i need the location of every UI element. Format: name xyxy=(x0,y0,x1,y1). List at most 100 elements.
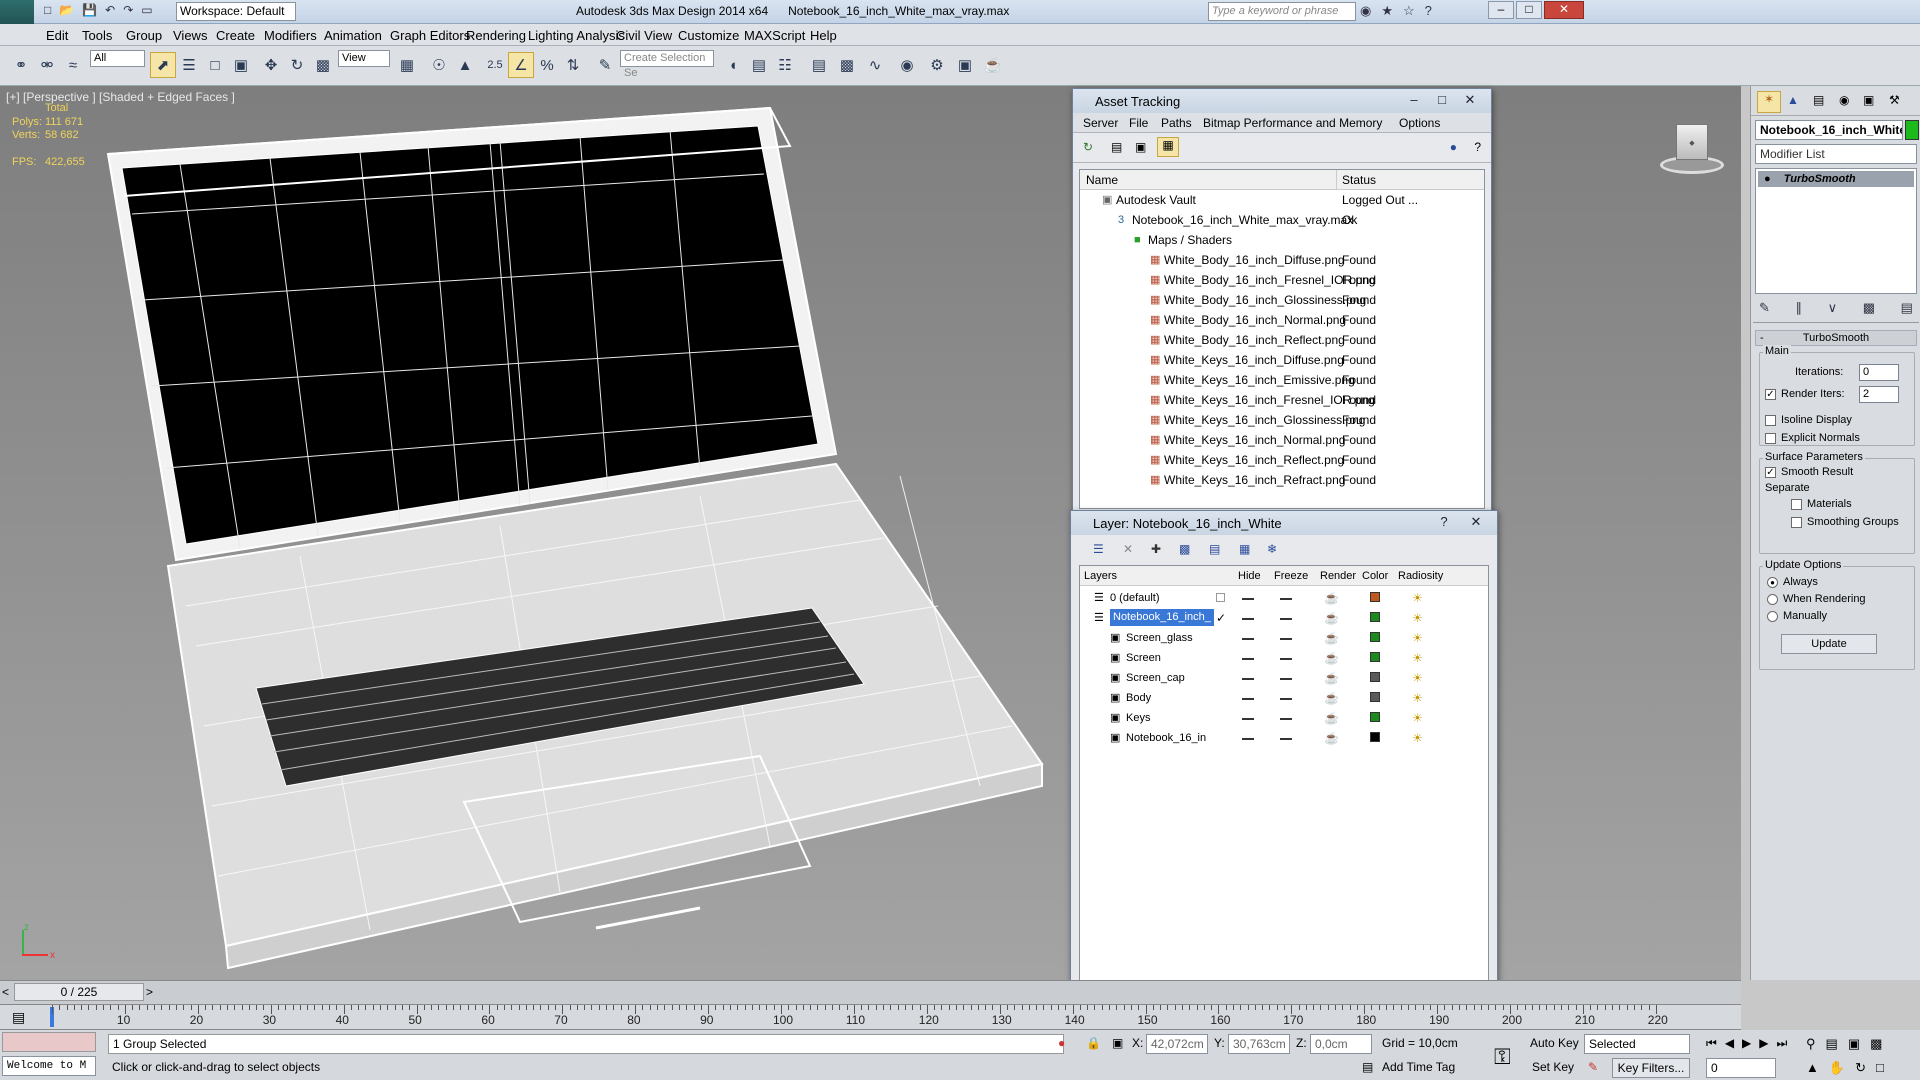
smoothing-groups-checkbox[interactable] xyxy=(1791,516,1802,528)
maximize-button[interactable]: □ xyxy=(1516,1,1542,19)
menu-civil-view[interactable]: Civil View xyxy=(616,28,672,43)
create-new-layer-icon[interactable]: ☰ xyxy=(1093,542,1104,556)
play-icon[interactable]: ▶ xyxy=(1742,1036,1751,1051)
layer-col-render[interactable]: Render xyxy=(1320,570,1356,582)
layer-col-radiosity[interactable]: Radiosity xyxy=(1398,570,1443,582)
modifier-stack[interactable]: ● TurboSmooth xyxy=(1755,168,1917,294)
layer-col-color[interactable]: Color xyxy=(1362,570,1388,582)
time-slider-next[interactable]: > xyxy=(146,985,153,999)
layer-color-swatch[interactable] xyxy=(1370,608,1380,628)
asset-menu-bitmap-performance[interactable]: Bitmap Performance and Memory xyxy=(1203,116,1382,130)
asset-row[interactable]: ▣ Autodesk Vault Logged Out ... xyxy=(1080,190,1484,210)
render-teapot-icon[interactable]: ☕ xyxy=(1324,688,1339,708)
menu-animation[interactable]: Animation xyxy=(324,28,382,43)
material-editor-icon[interactable]: ◉ xyxy=(894,52,920,78)
render-iters-spinner[interactable]: 2 xyxy=(1859,386,1899,403)
minimize-button[interactable]: – xyxy=(1488,1,1514,19)
add-to-layer-icon[interactable]: ✚ xyxy=(1151,542,1161,556)
asset-row[interactable]: ▦ White_Keys_16_inch_Normal.png Found xyxy=(1080,430,1484,450)
selection-lock-icon[interactable]: 🔒 xyxy=(1086,1036,1101,1050)
hide-toggle[interactable] xyxy=(1242,728,1254,748)
current-layer-toggle[interactable] xyxy=(1216,588,1225,608)
bind-space-warp-icon[interactable]: ≈ xyxy=(60,52,86,78)
asset-tracking-titlebar[interactable]: Asset Tracking – □ ✕ xyxy=(1073,89,1491,113)
select-by-name-icon[interactable]: ☰ xyxy=(176,52,202,78)
refresh-icon[interactable]: ↻ xyxy=(1083,140,1093,154)
auto-key-button[interactable]: Auto Key xyxy=(1530,1036,1579,1050)
layer-name[interactable]: Notebook_16_in xyxy=(1126,728,1206,748)
time-slider-prev[interactable]: < xyxy=(2,985,9,999)
modifier-turbosmooth-entry[interactable]: TurboSmooth xyxy=(1784,173,1856,185)
menu-edit[interactable]: Edit xyxy=(46,28,68,43)
render-teapot-icon[interactable]: ☕ xyxy=(1324,648,1339,668)
layer-name[interactable]: 0 (default) xyxy=(1110,588,1160,608)
layer-row[interactable]: ▣ Screen_glass ☕ ☀ xyxy=(1080,628,1488,648)
list-view-icon[interactable]: ▤ xyxy=(1111,140,1122,154)
open-file-icon[interactable]: 📂 xyxy=(59,3,74,17)
freeze-toggle[interactable] xyxy=(1280,668,1292,688)
render-teapot-icon[interactable]: ☕ xyxy=(1324,708,1339,728)
layer-color-swatch[interactable] xyxy=(1370,688,1380,708)
viewcube[interactable]: ◆ xyxy=(1654,118,1724,174)
pivot-center-icon[interactable]: ▦ xyxy=(394,52,420,78)
menu-help[interactable]: Help xyxy=(810,28,837,43)
set-key-button[interactable]: Set Key xyxy=(1532,1060,1574,1074)
snap-toggle-icon[interactable]: 2.5 xyxy=(482,52,508,78)
layer-row[interactable]: ▣ Keys ☕ ☀ xyxy=(1080,708,1488,728)
layer-color-swatch[interactable] xyxy=(1370,668,1380,688)
layer-help-button[interactable]: ? xyxy=(1431,513,1457,531)
help-icon[interactable]: ? xyxy=(1425,3,1432,19)
asset-maximize-button[interactable]: □ xyxy=(1429,91,1455,109)
menu-tools[interactable]: Tools xyxy=(82,28,112,43)
freeze-unfreeze-all-icon[interactable]: ❄ xyxy=(1267,542,1277,556)
asset-col-status[interactable]: Status xyxy=(1342,173,1376,187)
asset-row[interactable]: ▦ White_Body_16_inch_Glossiness.png Found xyxy=(1080,290,1484,310)
asset-row[interactable]: ▦ White_Keys_16_inch_Reflect.png Found xyxy=(1080,450,1484,470)
angle-snap-icon[interactable]: ∠ xyxy=(508,52,534,78)
time-slider[interactable]: < 0 / 225 > xyxy=(0,980,1741,1004)
radiosity-icon[interactable]: ☀ xyxy=(1412,648,1423,668)
undo-icon[interactable]: ↶ xyxy=(105,3,115,17)
thumbnail-view-icon[interactable]: ▣ xyxy=(1135,140,1146,154)
asset-col-name[interactable]: Name xyxy=(1086,173,1118,187)
asset-row[interactable]: ▦ White_Keys_16_inch_Glossiness.png Found xyxy=(1080,410,1484,430)
current-frame-field[interactable]: 0 xyxy=(1706,1058,1776,1078)
layer-col-freeze[interactable]: Freeze xyxy=(1274,570,1308,582)
rotate-icon[interactable]: ↻ xyxy=(284,52,310,78)
asset-row[interactable]: ▦ White_Keys_16_inch_Emissive.png Found xyxy=(1080,370,1484,390)
layer-dialog-titlebar[interactable]: Layer: Notebook_16_inch_White ? ✕ xyxy=(1071,511,1497,535)
menu-create[interactable]: Create xyxy=(216,28,255,43)
scale-icon[interactable]: ▩ xyxy=(310,52,336,78)
asset-menu-paths[interactable]: Paths xyxy=(1161,116,1192,130)
maximize-viewport-icon[interactable]: □ xyxy=(1876,1060,1884,1076)
layer-name[interactable]: Body xyxy=(1126,688,1151,708)
manually-radio[interactable] xyxy=(1767,610,1778,622)
selection-filter-dropdown[interactable]: All xyxy=(90,50,145,67)
layer-name[interactable]: Keys xyxy=(1126,708,1150,728)
key-mode-dropdown[interactable]: Selected xyxy=(1584,1034,1690,1054)
isoline-checkbox[interactable] xyxy=(1765,414,1776,426)
layer-row[interactable]: ▣ Screen_cap ☕ ☀ xyxy=(1080,668,1488,688)
add-time-tag[interactable]: Add Time Tag xyxy=(1382,1060,1455,1074)
save-icon[interactable]: 💾 xyxy=(82,3,97,17)
zoom-extents-all-icon[interactable]: ▩ xyxy=(1870,1036,1882,1052)
hide-toggle[interactable] xyxy=(1242,648,1254,668)
zoom-icon[interactable]: ⚲ xyxy=(1806,1036,1816,1052)
hide-toggle[interactable] xyxy=(1242,628,1254,648)
radiosity-icon[interactable]: ☀ xyxy=(1412,608,1423,628)
select-object-icon[interactable]: ⬈ xyxy=(150,52,176,78)
hide-toggle[interactable] xyxy=(1242,588,1254,608)
asset-row[interactable]: ▦ White_Body_16_inch_Normal.png Found xyxy=(1080,310,1484,330)
layer-color-swatch[interactable] xyxy=(1370,648,1380,668)
menu-customize[interactable]: Customize xyxy=(678,28,739,43)
named-selection-set-dropdown[interactable]: Create Selection Se xyxy=(620,50,714,79)
iterations-spinner[interactable]: 0 xyxy=(1859,364,1899,381)
smooth-result-checkbox[interactable]: ✓ xyxy=(1765,466,1776,478)
prev-frame-icon[interactable]: ◀ xyxy=(1725,1036,1734,1051)
laptop-wireframe-model[interactable] xyxy=(0,86,1070,980)
render-production-icon[interactable]: ☕ xyxy=(980,52,1006,78)
freeze-toggle[interactable] xyxy=(1280,708,1292,728)
utilities-tab-icon[interactable]: ⚒ xyxy=(1889,93,1900,107)
search-input[interactable]: Type a keyword or phrase xyxy=(1208,2,1356,21)
layer-row[interactable]: ☰ 0 (default) ☕ ☀ xyxy=(1080,588,1488,608)
